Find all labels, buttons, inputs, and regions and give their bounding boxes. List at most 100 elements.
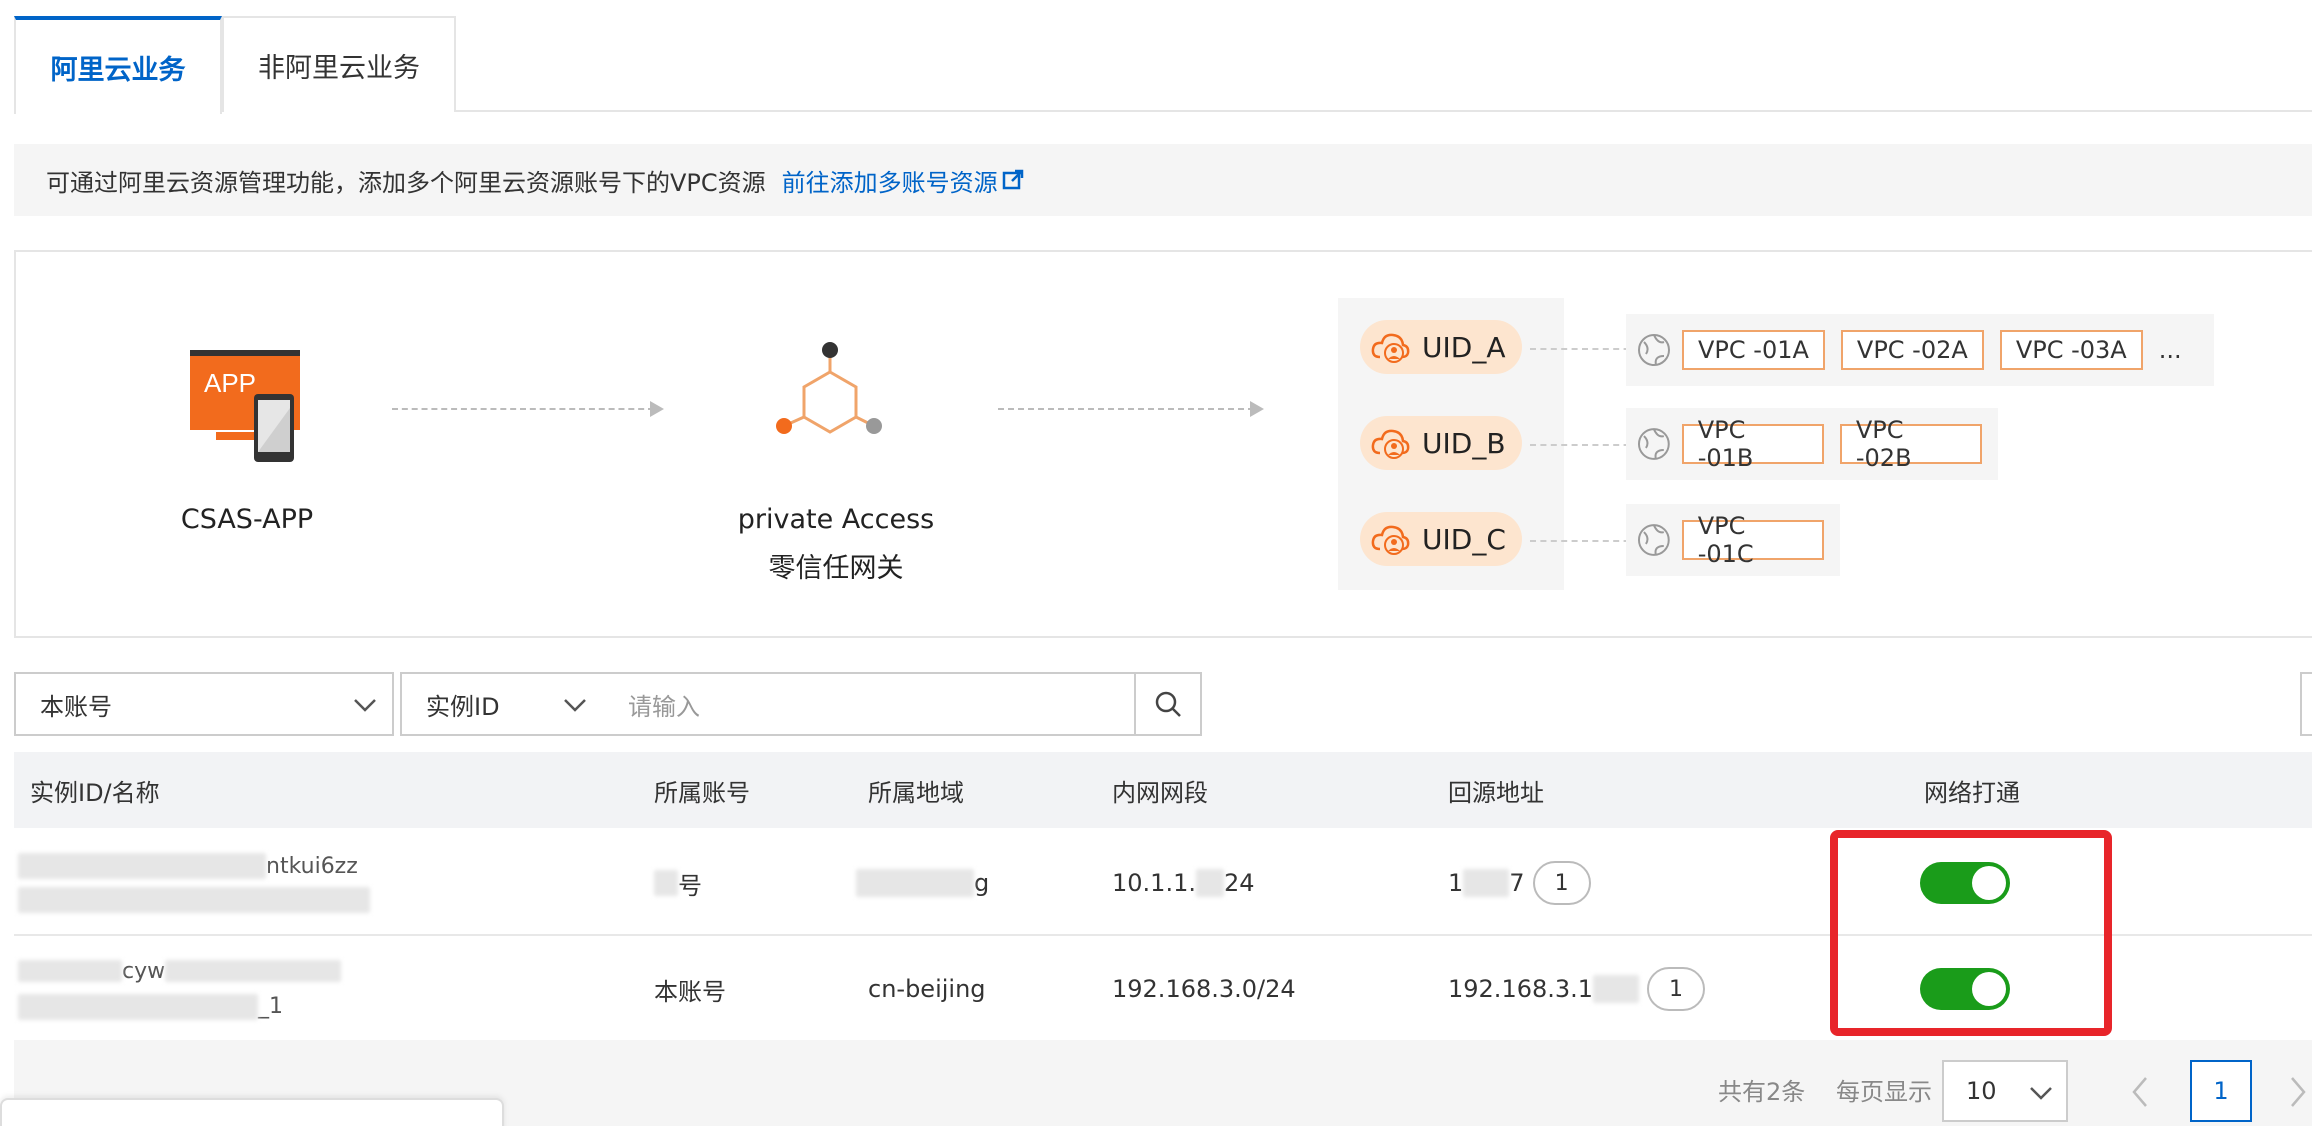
vpc-row-c: VPC -01C: [1626, 504, 1840, 576]
account-text: 号: [678, 871, 702, 900]
uid-a-label: UID_A: [1422, 330, 1506, 364]
header-cidr: 内网网段: [1112, 778, 1208, 807]
instance-id-cell: cyw _1: [18, 936, 342, 1042]
per-page-label: 每页显示: [1836, 1078, 1932, 1106]
redacted-block: [1463, 869, 1510, 897]
uid-c-label: UID_C: [1422, 522, 1506, 556]
table-header: 实例ID/名称 所属账号 所属地域 内网网段 回源地址 网络打通: [14, 752, 2312, 828]
cidr-cell: 192.168.3.0/24: [1112, 936, 1296, 1042]
chevron-down-icon: [564, 699, 586, 712]
vpc-row-b: VPC -01B VPC -02B: [1626, 408, 1998, 480]
total-count: 共有2条: [1718, 1078, 1806, 1106]
arrow-head: [650, 401, 664, 417]
redacted-block: [1195, 869, 1224, 897]
instance-id-text: ntkui6zz: [266, 853, 358, 879]
highlight-box: [1830, 830, 2112, 1036]
header-account: 所属账号: [654, 778, 750, 807]
app-label: CSAS-APP: [180, 504, 314, 535]
vpc-tag: VPC -02B: [1839, 416, 1983, 472]
uid-b-pill: UID_B: [1360, 416, 1522, 470]
architecture-diagram: APP CSAS-APP private Access 零信任网关 UID_A …: [14, 250, 2312, 638]
chevron-down-icon: [2030, 1087, 2052, 1100]
account-cell: 号: [654, 830, 702, 936]
vpc-network-icon: [1637, 524, 1670, 556]
region-text: g: [974, 869, 990, 897]
app-badge-text: APP: [204, 368, 256, 398]
account-select[interactable]: 本账号: [14, 672, 394, 736]
field-select-value: 实例ID: [426, 692, 500, 721]
redacted-block: [654, 870, 678, 896]
vpc-tag: VPC -03A: [1999, 330, 2143, 370]
tab-non-aliyun-business[interactable]: 非阿里云业务: [222, 16, 456, 112]
account-cell: 本账号: [654, 936, 726, 1042]
tab-aliyun-business[interactable]: 阿里云业务: [14, 16, 222, 114]
instance-name-text: _1: [258, 994, 283, 1019]
page-number-current[interactable]: 1: [2190, 1060, 2252, 1122]
search-input[interactable]: 请输入: [602, 672, 1136, 736]
origin-address-cell: 1 7 1: [1448, 830, 1591, 936]
account-text: 本账号: [654, 977, 726, 1006]
redacted-block: [18, 853, 266, 879]
app-device-icon: APP: [190, 350, 300, 462]
external-link-icon: [1002, 169, 1023, 190]
page-size-select[interactable]: 10: [1942, 1060, 2068, 1122]
arrow-line: [998, 408, 1254, 410]
origin-text: 1: [1448, 869, 1464, 897]
next-page-icon[interactable]: [2286, 1074, 2310, 1110]
redacted-block: [165, 960, 342, 982]
origin-count-badge[interactable]: 1: [1647, 967, 1706, 1011]
toolbar-edge-button[interactable]: [2300, 672, 2312, 736]
header-region: 所属地域: [868, 778, 964, 807]
uid-c-pill: UID_C: [1360, 512, 1522, 566]
arrow-line: [392, 408, 654, 410]
search-icon: [1155, 691, 1181, 717]
search-placeholder: 请输入: [628, 692, 700, 721]
header-network-connect: 网络打通: [1924, 778, 2020, 807]
instance-id-cell: ntkui6zz: [18, 830, 370, 936]
vpc-tag: VPC -02A: [1840, 330, 1984, 370]
cidr-suffix: 24: [1223, 869, 1255, 897]
prev-page-icon[interactable]: [2128, 1074, 2152, 1110]
search-button[interactable]: [1134, 672, 1202, 736]
add-multi-account-link[interactable]: 前往添加多账号资源: [782, 163, 1024, 198]
gateway-label-line2: 零信任网关: [768, 553, 904, 584]
region-cell: g: [856, 830, 989, 936]
gateway-hexagon-icon: [776, 342, 882, 434]
origin-count-badge[interactable]: 1: [1532, 861, 1591, 905]
instance-id-text: cyw: [122, 958, 166, 984]
vpc-tag: VPC -01B: [1681, 416, 1824, 472]
cloud-user-icon: [1371, 429, 1410, 459]
cidr-text: 10.1.1.: [1112, 869, 1196, 897]
cloud-user-icon: [1371, 525, 1410, 555]
connector-line: [1530, 540, 1640, 542]
redacted-block: [18, 887, 370, 913]
add-multi-account-link-text: 前往添加多账号资源: [781, 168, 998, 197]
cidr-cell: 10.1.1. 24: [1112, 830, 1255, 936]
arrow-head: [1250, 401, 1264, 417]
origin-suffix: 7: [1509, 869, 1525, 897]
origin-address-cell: 192.168.3.1 1: [1448, 936, 1706, 1042]
notice-text: 可通过阿里云资源管理功能，添加多个阿里云资源账号下的VPC资源: [46, 168, 766, 197]
header-origin-address: 回源地址: [1448, 778, 1544, 807]
vpc-network-icon: [1638, 334, 1670, 366]
vpc-network-icon: [1637, 428, 1670, 460]
origin-text: 192.168.3.1: [1448, 975, 1594, 1003]
connector-line: [1530, 444, 1640, 446]
vpc-tag: VPC -01A: [1682, 330, 1825, 370]
chevron-down-icon: [354, 699, 376, 712]
field-select[interactable]: 实例ID: [400, 672, 604, 736]
uid-b-label: UID_B: [1422, 426, 1506, 460]
bottom-floating-panel: [0, 1098, 504, 1126]
page-size-value: 10: [1966, 1077, 1997, 1105]
redacted-block: [18, 960, 122, 982]
cidr-text: 192.168.3.0/24: [1112, 975, 1296, 1003]
tab-bar: 阿里云业务 非阿里云业务: [14, 16, 2312, 114]
cloud-user-icon: [1371, 333, 1410, 363]
region-cell: cn-beijing: [868, 936, 986, 1042]
connector-line: [1530, 348, 1640, 350]
redacted-block: [1593, 975, 1640, 1003]
gateway-label-line1: private Access: [737, 504, 935, 535]
redacted-block: [856, 869, 974, 897]
vpc-more-ellipsis: ...: [2158, 336, 2182, 364]
redacted-block: [18, 993, 258, 1020]
